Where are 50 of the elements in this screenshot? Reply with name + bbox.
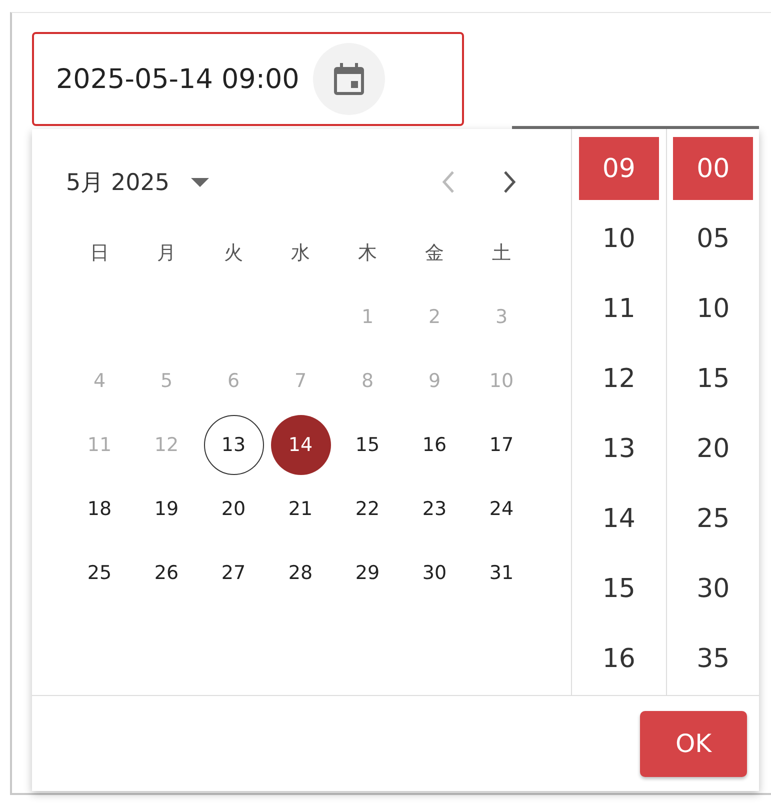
calendar-day[interactable]: 17	[472, 415, 532, 475]
minute-option[interactable]: 35	[673, 627, 754, 690]
calendar-day[interactable]: 18	[70, 479, 130, 539]
calendar-day[interactable]: 27	[204, 543, 264, 603]
calendar-day[interactable]: 24	[472, 479, 532, 539]
calendar-day[interactable]: 21	[270, 479, 330, 539]
hour-option[interactable]: 10	[578, 207, 659, 270]
minute-option[interactable]: 10	[673, 277, 754, 340]
calendar-day[interactable]: 22	[338, 479, 398, 539]
calendar-day[interactable]: 25	[70, 543, 130, 603]
hour-option[interactable]: 11	[578, 277, 659, 340]
minute-option[interactable]: 05	[673, 207, 754, 270]
hour-option[interactable]: 14	[578, 487, 659, 550]
calendar-day[interactable]: 16	[404, 415, 464, 475]
calendar-day[interactable]: 23	[404, 479, 464, 539]
date-time-field[interactable]: 2025-05-14 09:00	[32, 32, 464, 126]
minute-option[interactable]: 30	[673, 557, 754, 620]
hour-option[interactable]: 13	[578, 417, 659, 480]
calendar-day[interactable]: 14	[270, 415, 330, 475]
minute-option[interactable]: 20	[673, 417, 754, 480]
weekday-label: 土	[491, 241, 512, 266]
minute-option[interactable]: 00	[673, 137, 754, 200]
weekday-label: 日	[89, 241, 110, 266]
calendar-day[interactable]: 30	[404, 543, 464, 603]
calendar-day[interactable]: 19	[136, 479, 196, 539]
calendar-day[interactable]: 28	[270, 543, 330, 603]
weekday-label: 金	[424, 241, 445, 266]
weekday-label: 水	[290, 241, 311, 266]
calendar-day[interactable]: 31	[472, 543, 532, 603]
hour-option[interactable]: 09	[578, 137, 659, 200]
calendar-day[interactable]: 15	[338, 415, 398, 475]
calendar-day[interactable]: 29	[338, 543, 398, 603]
month-year-label: 5月 2025	[66, 168, 170, 198]
dropdown-caret-icon[interactable]	[191, 178, 210, 186]
minute-option[interactable]: 25	[673, 487, 754, 550]
ok-button[interactable]: OK	[640, 710, 747, 776]
weekday-label: 木	[357, 241, 378, 266]
hour-option[interactable]: 16	[578, 627, 659, 690]
calendar-day[interactable]: 13	[204, 415, 264, 475]
hour-option[interactable]: 15	[578, 557, 659, 620]
minute-option[interactable]: 15	[673, 347, 754, 410]
calendar-day[interactable]: 20	[204, 479, 264, 539]
weekday-label: 火	[223, 241, 244, 266]
chevron-right-icon	[502, 170, 517, 194]
hour-option[interactable]: 12	[578, 347, 659, 410]
field-value: 2025-05-14 09:00	[56, 64, 300, 94]
calendar-day[interactable]: 26	[136, 543, 196, 603]
weekday-label: 月	[156, 241, 177, 266]
calendar-icon	[334, 63, 364, 95]
chevron-left-icon	[440, 170, 455, 194]
